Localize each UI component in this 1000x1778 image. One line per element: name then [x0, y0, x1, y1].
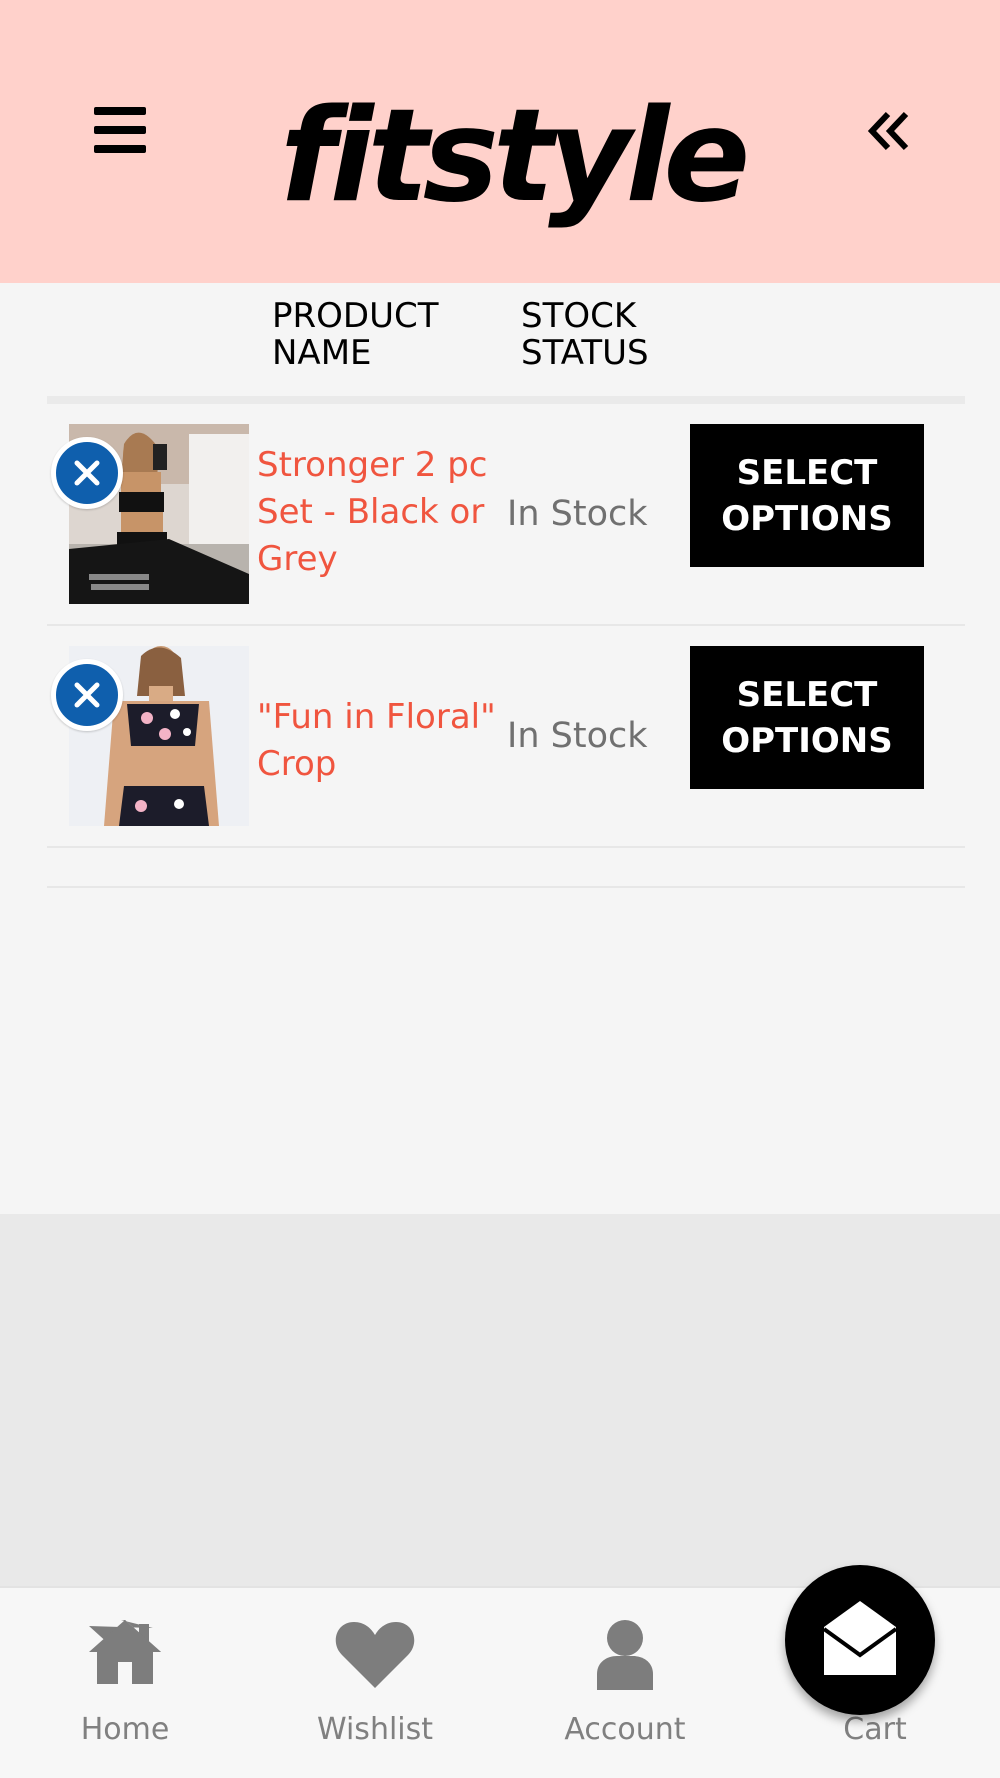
- fitstyle-logo[interactable]: fitstyle: [280, 72, 750, 262]
- heart-icon: [335, 1622, 415, 1688]
- home-icon: [89, 1620, 161, 1684]
- nav-home[interactable]: Home: [25, 1588, 225, 1778]
- header-divider: [47, 396, 965, 404]
- column-header-product-name: PRODUCT NAME: [272, 296, 439, 373]
- nav-account-label: Account: [564, 1712, 686, 1747]
- select-options-button[interactable]: SELECT OPTIONS: [690, 646, 924, 789]
- table-bottom-divider: [47, 886, 965, 888]
- user-icon: [597, 1620, 653, 1690]
- cart-button[interactable]: [785, 1565, 935, 1715]
- nav-home-label: Home: [80, 1712, 170, 1747]
- product-name-link[interactable]: Stronger 2 pc Set - Black or Grey: [257, 442, 502, 583]
- double-chevron-left-icon[interactable]: [860, 100, 920, 162]
- stock-status: In Stock: [507, 716, 648, 756]
- remove-item-button[interactable]: [51, 659, 123, 731]
- hamburger-menu-icon[interactable]: [92, 107, 148, 153]
- close-icon: [74, 682, 100, 708]
- select-options-button[interactable]: SELECT OPTIONS: [690, 424, 924, 567]
- row-divider: [47, 846, 965, 848]
- nav-cart-label: Cart: [843, 1712, 907, 1747]
- envelope-open-icon: [822, 1601, 898, 1675]
- stock-status: In Stock: [507, 494, 648, 534]
- empty-content-area: [0, 1214, 1000, 1586]
- nav-wishlist[interactable]: Wishlist: [275, 1588, 475, 1778]
- table-row: "Fun in Floral" Crop In Stock SELECT OPT…: [47, 626, 965, 848]
- nav-wishlist-label: Wishlist: [316, 1712, 434, 1747]
- close-icon: [74, 460, 100, 486]
- remove-item-button[interactable]: [51, 437, 123, 509]
- column-header-stock-status: STOCK STATUS: [521, 296, 649, 373]
- table-row: Stronger 2 pc Set - Black or Grey In Sto…: [47, 404, 965, 626]
- nav-account[interactable]: Account: [525, 1588, 725, 1778]
- product-name-link[interactable]: "Fun in Floral" Crop: [257, 694, 502, 788]
- app-header: fitstyle: [0, 0, 1000, 283]
